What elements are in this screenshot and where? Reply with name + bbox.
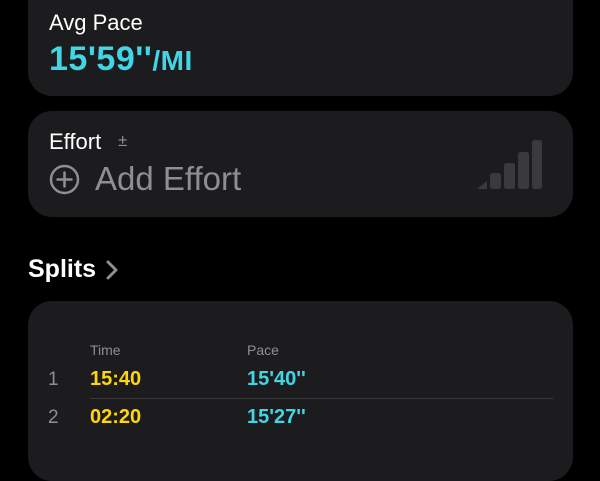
split-number: 2	[48, 407, 59, 428]
add-effort-button[interactable]: Add Effort	[49, 160, 241, 198]
add-effort-label: Add Effort	[95, 160, 242, 197]
split-time: 15:40	[90, 368, 142, 390]
splits-title: Splits	[28, 255, 97, 283]
avg-pace-value: 15'59''/MI	[49, 40, 193, 79]
effort-label: Effort	[49, 129, 102, 154]
plus-minus-icon: ±	[118, 131, 128, 150]
split-pace: 15'27''	[247, 406, 306, 428]
column-header-time: Time	[90, 342, 121, 358]
split-pace: 15'40''	[247, 368, 306, 390]
avg-pace-number: 15'59''	[49, 40, 153, 78]
effort-bars-icon	[477, 140, 542, 189]
chevron-right-icon	[106, 260, 118, 279]
avg-pace-card: Avg Pace 15'59''/MI	[28, 0, 573, 96]
split-time: 02:20	[90, 406, 142, 428]
avg-pace-unit: /MI	[152, 45, 193, 76]
splits-card: Time Pace 1 15:40 15'40'' 2 02:20 15'27'…	[28, 301, 573, 481]
splits-header-link[interactable]: Splits	[28, 255, 118, 284]
split-row[interactable]: 1 15:40 15'40''	[28, 361, 573, 399]
column-header-pace: Pace	[247, 342, 279, 358]
effort-card[interactable]: Effort ± Add Effort	[28, 111, 573, 217]
avg-pace-label: Avg Pace	[49, 10, 143, 35]
plus-circle-icon	[49, 164, 80, 194]
split-row[interactable]: 2 02:20 15'27''	[28, 399, 573, 437]
split-number: 1	[48, 369, 59, 390]
